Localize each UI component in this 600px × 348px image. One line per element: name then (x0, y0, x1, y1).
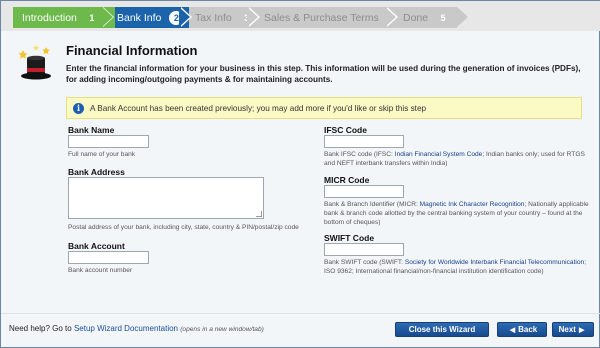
info-notice: i A Bank Account has been created previo… (66, 97, 582, 119)
micr-help: Bank & Branch Identifier (MICR: Magnetic… (324, 200, 594, 227)
step-arrow (179, 7, 190, 27)
bank-address-label: Bank Address (68, 167, 125, 177)
resize-grip-icon[interactable] (256, 211, 262, 217)
footer-divider (1, 313, 600, 314)
wizard-frame: Done 5 Sales & Purchase Terms 4 Tax Info… (0, 0, 600, 348)
step-number: 5 (440, 12, 446, 23)
back-button[interactable]: ◀ Back (497, 322, 547, 337)
step-arrow (102, 7, 113, 27)
next-arrow-icon: ▶ (578, 326, 585, 334)
next-button[interactable]: Next ▶ (552, 322, 594, 337)
step-label: Bank Info (117, 11, 162, 24)
micr-help-text: Bank & Branch Identifier (MICR: (324, 201, 420, 208)
bank-address-textarea[interactable] (68, 177, 264, 219)
ifsc-help-link[interactable]: Indian Financial System Code (395, 151, 483, 158)
step-arrow (457, 7, 468, 27)
micr-label: MICR Code (324, 175, 370, 185)
swift-input[interactable] (324, 243, 404, 256)
step-introduction[interactable]: Introduction 1 (13, 7, 115, 28)
step-bank-info[interactable]: Bank Info 2 (102, 7, 189, 28)
back-arrow-icon: ◀ (509, 326, 516, 334)
bank-account-help: Bank account number (68, 267, 133, 274)
bank-account-label: Bank Account (68, 241, 125, 251)
close-wizard-label: Close this Wizard (408, 325, 476, 334)
step-label: Tax Info (195, 11, 232, 24)
swift-help-text: Bank SWIFT code (SWIFT: (324, 259, 405, 266)
step-arrow (385, 7, 396, 27)
next-label: Next (558, 325, 576, 334)
docs-link[interactable]: Setup Wizard Documentation (74, 324, 178, 333)
micr-input[interactable] (324, 185, 404, 198)
intro-text: Enter the financial information for your… (66, 64, 581, 84)
step-label: Sales & Purchase Terms (264, 11, 379, 24)
ifsc-label: IFSC Code (324, 125, 367, 135)
ifsc-help-text: Bank IFSC code (IFSC: (324, 151, 395, 158)
step-label: Introduction (22, 11, 77, 24)
step-arrow (247, 7, 258, 27)
notice-text: A Bank Account has been created previous… (90, 103, 427, 113)
help-footer: Need help? Go to Setup Wizard Documentat… (9, 324, 264, 333)
bank-account-input[interactable] (68, 251, 149, 264)
back-label: Back (518, 325, 538, 334)
bank-address-help: Postal address of your bank, including c… (68, 224, 299, 231)
swift-help-link[interactable]: Society for Worldwide Interbank Financia… (405, 259, 584, 266)
ifsc-help: Bank IFSC code (IFSC: Indian Financial S… (324, 150, 594, 168)
help-prefix: Need help? Go to (9, 324, 74, 333)
magic-hat-icon (18, 45, 51, 80)
close-wizard-button[interactable]: Close this Wizard (395, 322, 489, 337)
info-icon: i (73, 102, 84, 114)
swift-help: Bank SWIFT code (SWIFT: Society for Worl… (324, 258, 594, 276)
step-label: Done (403, 11, 429, 24)
docs-link-note: (opens in a new window/tab) (180, 326, 264, 333)
wizard-steps: Done 5 Sales & Purchase Terms 4 Tax Info… (1, 1, 600, 31)
step-number: 1 (89, 12, 95, 23)
bank-name-help: Full name of your bank (68, 151, 136, 158)
swift-label: SWIFT Code (324, 233, 375, 243)
ifsc-input[interactable] (324, 135, 404, 148)
micr-help-link[interactable]: Magnetic Ink Character Recognition (420, 201, 525, 208)
bank-name-input[interactable] (68, 135, 149, 148)
page-title: Financial Information (66, 43, 198, 58)
bank-name-label: Bank Name (68, 125, 115, 135)
step-sales-purchase-terms[interactable]: Sales & Purchase Terms 4 (247, 7, 394, 28)
